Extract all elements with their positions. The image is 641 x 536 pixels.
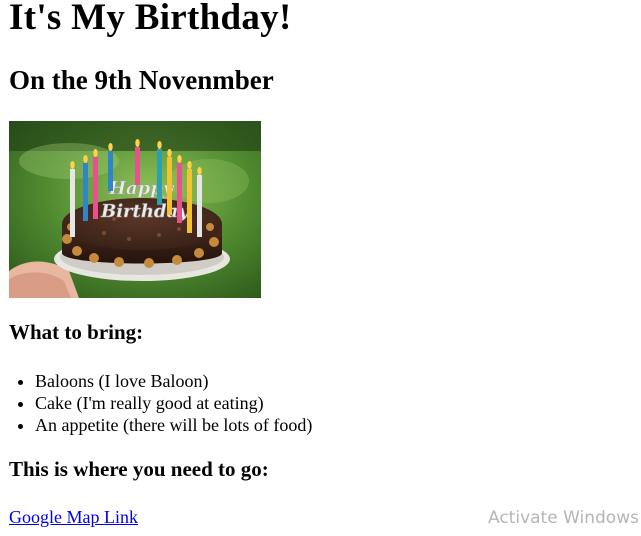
page-subtitle: On the 9th Novenmber xyxy=(9,65,274,95)
google-map-link[interactable]: Google Map Link xyxy=(9,506,138,528)
watermark-subline xyxy=(488,530,608,536)
list-item: An appetite (there will be lots of food) xyxy=(35,414,312,436)
svg-text:Birthday: Birthday xyxy=(100,201,190,222)
svg-text:Happy: Happy xyxy=(108,178,175,199)
bring-list: Baloons (I love Baloon) Cake (I'm really… xyxy=(9,370,312,436)
page: It's My Birthday! On the 9th Novenmber H… xyxy=(0,0,641,536)
activate-windows-watermark: Activate Windows xyxy=(488,508,639,528)
page-title: It's My Birthday! xyxy=(9,0,292,38)
list-item: Baloons (I love Baloon) xyxy=(35,370,312,392)
location-heading: This is where you need to go: xyxy=(9,457,269,481)
list-item: Cake (I'm really good at eating) xyxy=(35,392,312,414)
bring-heading: What to bring: xyxy=(9,320,144,344)
birthday-cake-photo: Happy Birthday xyxy=(9,121,261,298)
